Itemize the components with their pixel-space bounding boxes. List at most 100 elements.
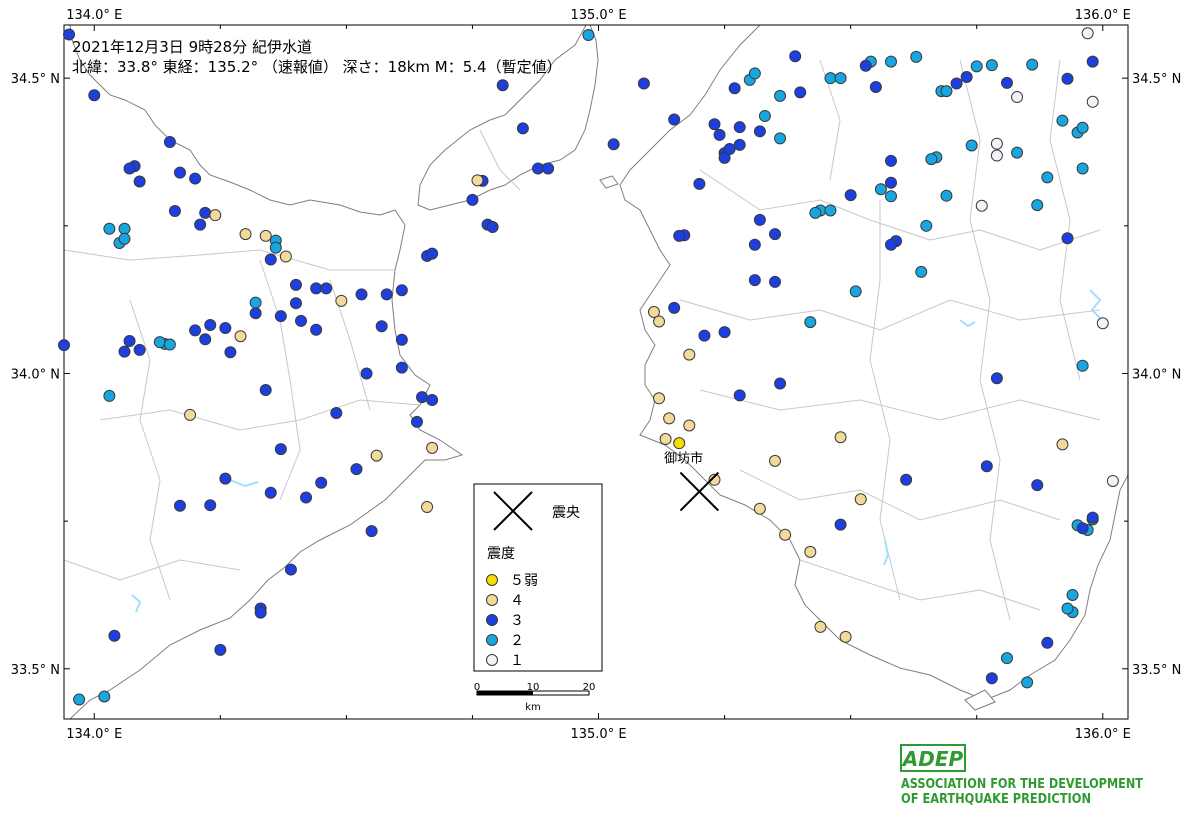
station-intensity-4 (683, 419, 696, 432)
station-intensity-2 (1076, 359, 1089, 372)
station-intensity-3 (985, 672, 998, 685)
station-intensity-3 (315, 476, 328, 489)
station-intensity-3 (133, 175, 146, 188)
station-intensity-4 (421, 500, 434, 513)
station-intensity-3 (380, 288, 393, 301)
station-intensity-2 (809, 206, 822, 219)
station-intensity-3 (410, 415, 423, 428)
station-intensity-2 (103, 389, 116, 402)
station-intensity-3 (108, 629, 121, 642)
station-intensity-2 (1076, 121, 1089, 134)
axis-label-bottom: 134.0° E (66, 727, 122, 742)
station-intensity-2 (824, 204, 837, 217)
station-intensity-4 (663, 412, 676, 425)
legend-label: １ (510, 653, 524, 669)
station-intensity-3 (426, 394, 439, 407)
station-intensity-3 (1086, 55, 1099, 68)
station-intensity-4 (804, 545, 817, 558)
station-intensity-3 (416, 391, 429, 404)
station-intensity-2 (965, 139, 978, 152)
station-intensity-2 (118, 222, 131, 235)
station-intensity-3 (1031, 479, 1044, 492)
station-intensity-3 (708, 118, 721, 131)
station-intensity-4 (834, 431, 847, 444)
station-intensity-3 (884, 154, 897, 167)
legend-swatch (486, 614, 498, 626)
scale-tick-20: 20 (583, 682, 596, 693)
axis-label-bottom: 136.0° E (1075, 727, 1131, 742)
station-intensity-2 (582, 29, 595, 42)
station-intensity-2 (874, 183, 887, 196)
station-intensity-2 (1066, 588, 1079, 601)
station-intensity-2 (940, 85, 953, 98)
station-intensity-3 (204, 319, 217, 332)
legend-swatch (486, 654, 498, 666)
station-intensity-3 (733, 121, 746, 134)
scale-unit: km (525, 702, 541, 713)
axis-label-right: 34.0° N (1132, 367, 1181, 382)
station-intensity-3 (118, 345, 131, 358)
legend-label: ４ (510, 593, 524, 609)
station-intensity-2 (1026, 58, 1039, 71)
station-intensity-3 (88, 89, 101, 102)
station-intensity-4 (779, 528, 792, 541)
station-intensity-3 (295, 314, 308, 327)
station-intensity-2 (970, 60, 983, 73)
station-intensity-2 (824, 72, 837, 85)
station-intensity-3 (466, 193, 479, 206)
station-intensity-5weak (673, 437, 686, 450)
station-intensity-3 (259, 384, 272, 397)
station-intensity-4 (1056, 438, 1069, 451)
station-intensity-3 (668, 113, 681, 126)
station-intensity-2 (163, 338, 176, 351)
adep-logo-line1: ASSOCIATION FOR THE DEVELOPMENT (901, 777, 1143, 792)
station-intensity-3 (718, 326, 731, 339)
station-intensity-2 (758, 109, 771, 122)
station-intensity-3 (693, 177, 706, 190)
station-intensity-4 (659, 433, 672, 446)
station-intensity-3 (204, 499, 217, 512)
station-intensity-3 (950, 77, 963, 90)
station-intensity-4 (335, 294, 348, 307)
station-intensity-4 (370, 449, 383, 462)
station-intensity-3 (395, 284, 408, 297)
station-intensity-3 (395, 333, 408, 346)
station-intensity-3 (289, 278, 302, 291)
station-intensity-2 (1056, 114, 1069, 127)
legend-label: ５弱 (510, 573, 538, 589)
station-intensity-3 (168, 205, 181, 218)
station-intensity-2 (118, 232, 131, 245)
station-intensity-3 (673, 229, 686, 242)
station-intensity-1 (975, 199, 988, 212)
station-intensity-3 (123, 162, 136, 175)
station-intensity-3 (199, 333, 212, 346)
station-intensity-2 (98, 690, 111, 703)
station-intensity-3 (542, 162, 555, 175)
station-intensity-3 (284, 563, 297, 576)
station-intensity-3 (753, 125, 766, 138)
station-intensity-2 (774, 89, 787, 102)
station-intensity-2 (910, 50, 923, 63)
station-intensity-3 (733, 389, 746, 402)
station-intensity-3 (496, 79, 509, 92)
station-intensity-2 (925, 153, 938, 166)
station-intensity-2 (748, 67, 761, 80)
axis-label-bottom: 135.0° E (570, 727, 626, 742)
station-intensity-3 (1041, 636, 1054, 649)
station-intensity-3 (365, 525, 378, 538)
station-intensity-1 (1011, 91, 1024, 104)
axis-label-right: 33.5° N (1132, 663, 1181, 678)
station-intensity-4 (653, 315, 666, 328)
axis-label-left: 33.5° N (11, 663, 60, 678)
station-intensity-3 (173, 166, 186, 179)
station-intensity-3 (960, 70, 973, 83)
station-intensity-3 (189, 324, 202, 337)
station-intensity-3 (884, 176, 897, 189)
station-intensity-3 (219, 472, 232, 485)
station-intensity-3 (748, 238, 761, 251)
station-intensity-3 (668, 301, 681, 314)
station-intensity-3 (330, 407, 343, 420)
station-intensity-1 (1106, 474, 1119, 487)
station-intensity-2 (884, 55, 897, 68)
axis-label-left: 34.5° N (11, 72, 60, 87)
